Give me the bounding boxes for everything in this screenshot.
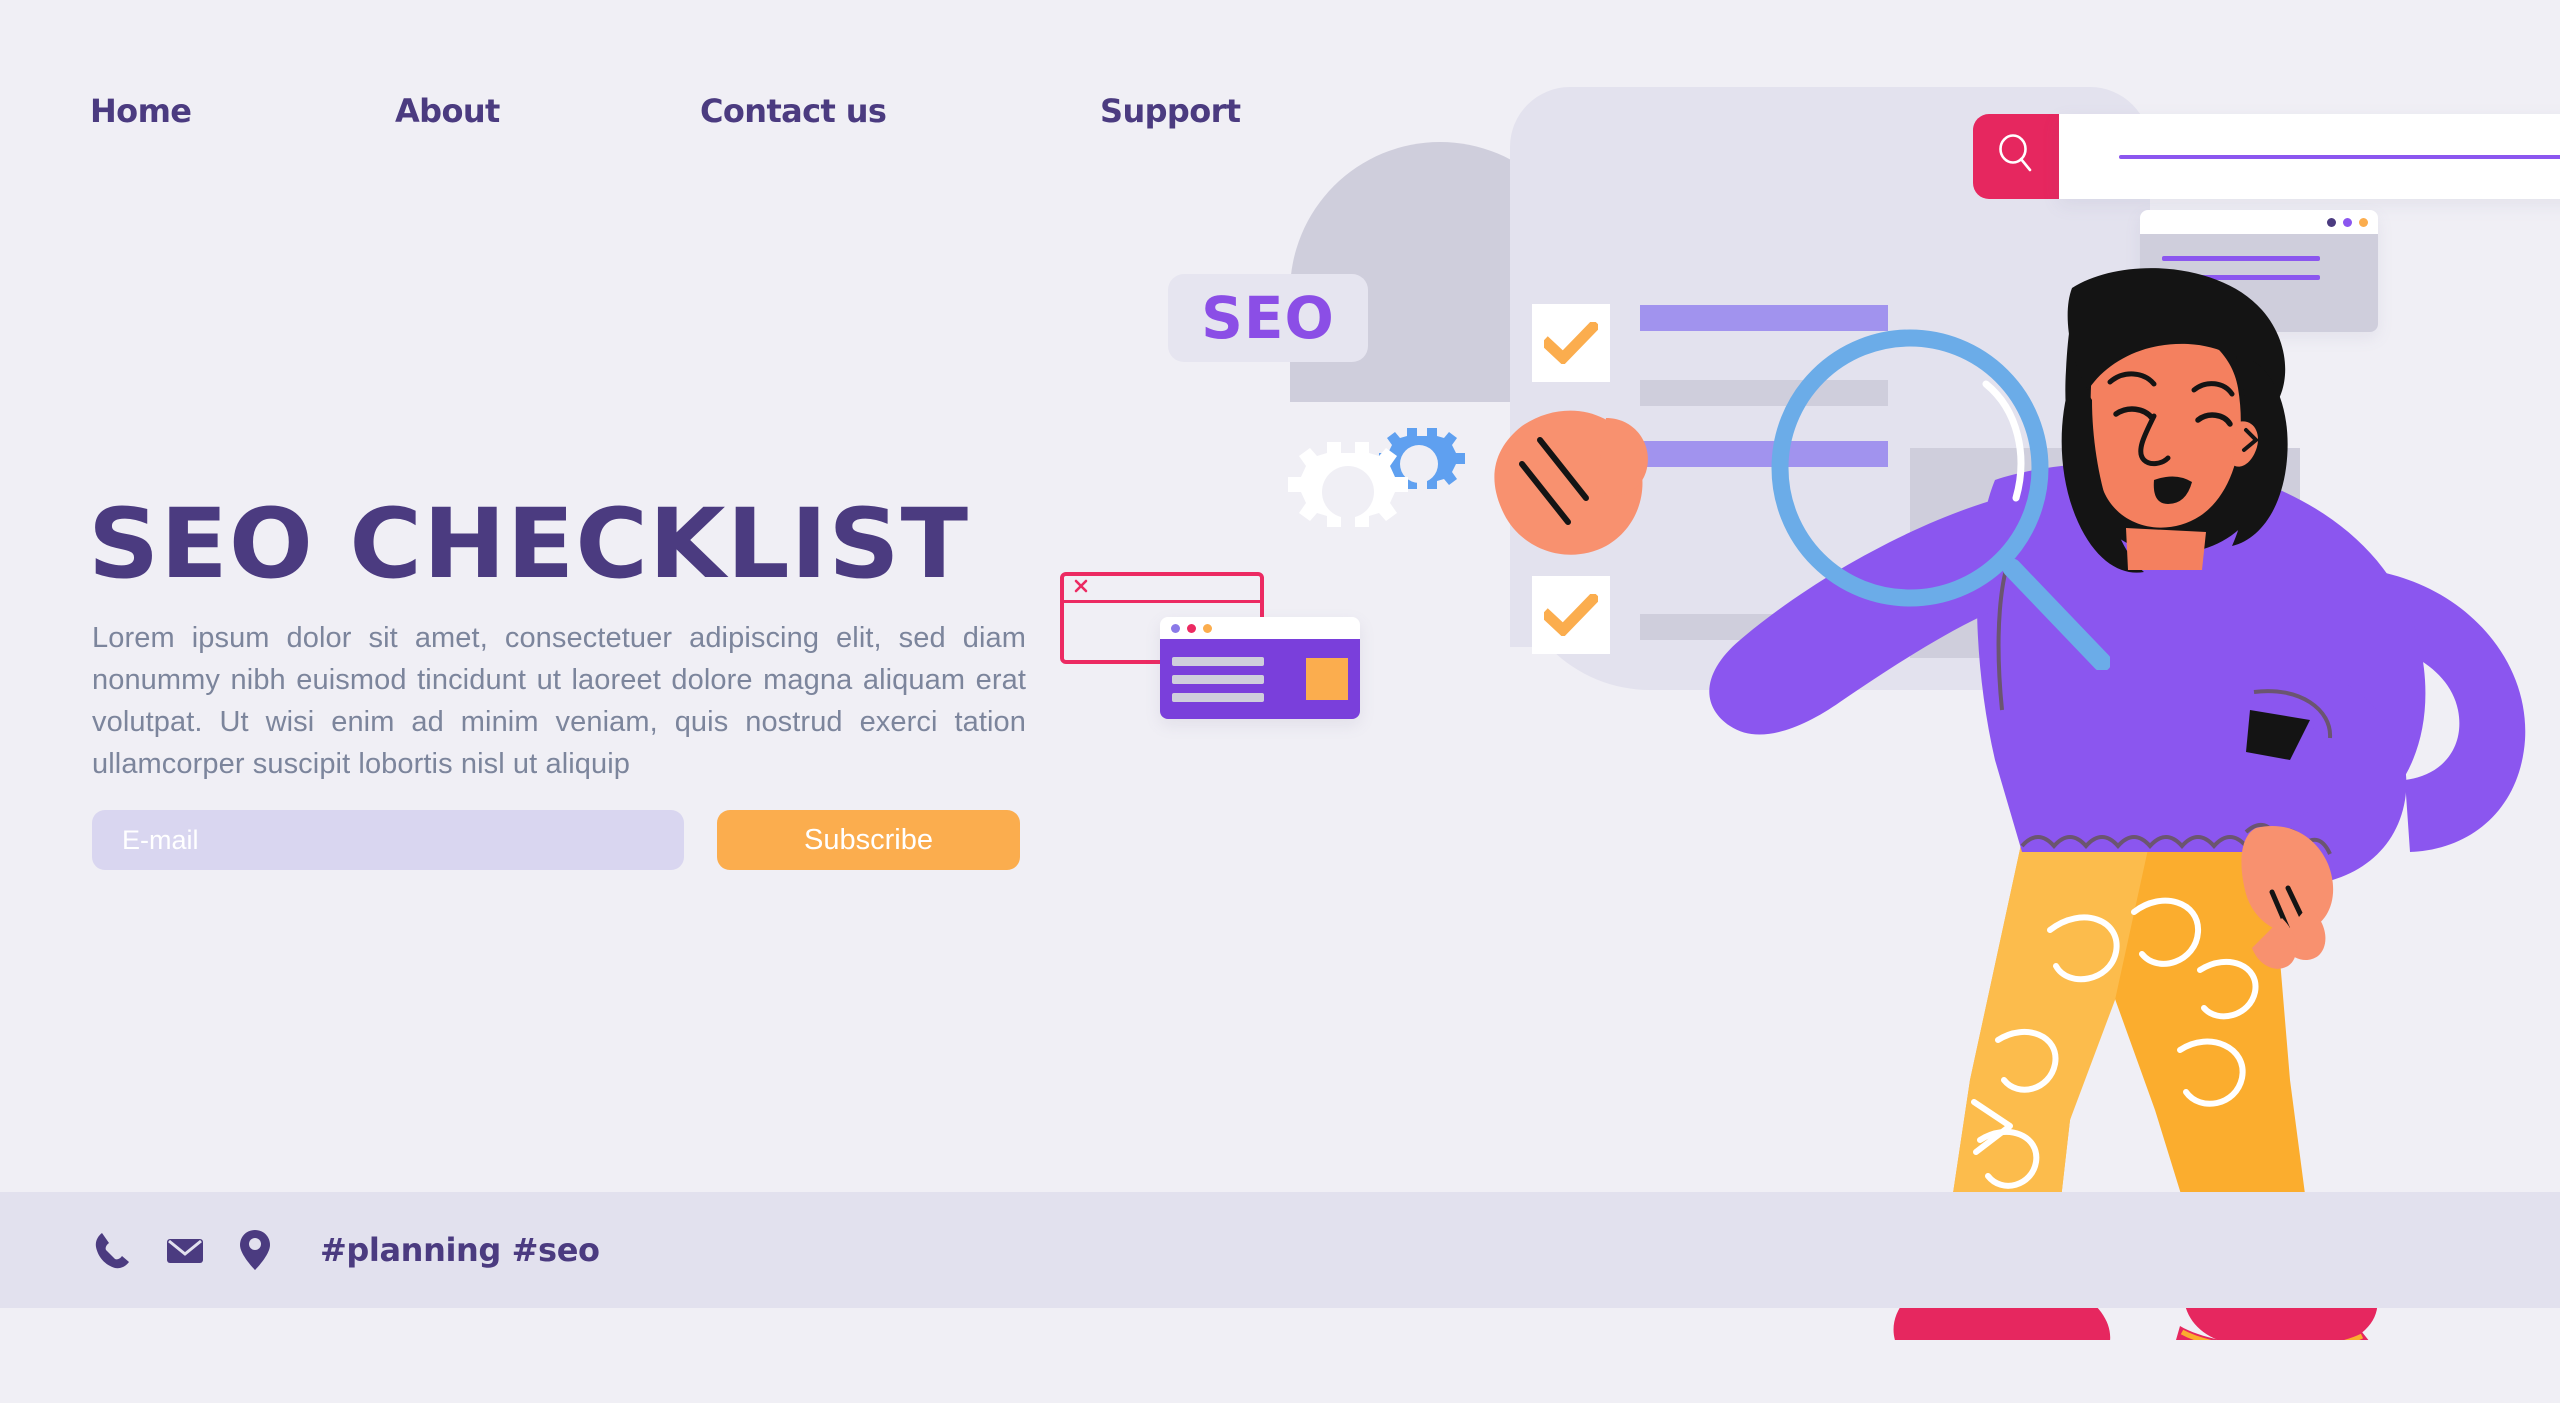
email-field[interactable] [92, 810, 684, 870]
search-icon [1996, 133, 2036, 180]
large-gear-icon [1288, 442, 1408, 527]
envelope-icon[interactable] [164, 1229, 206, 1271]
purple-browser-window [1160, 617, 1360, 719]
mini-browser-titlebar [2140, 210, 2378, 234]
seo-badge: SEO [1168, 274, 1368, 362]
search-query-line [2119, 154, 2560, 159]
footer-hashtags: #planning #seo [320, 1231, 600, 1269]
nav-item-about[interactable]: About [395, 92, 700, 130]
window-dot-icon [2343, 217, 2352, 227]
phone-icon[interactable] [92, 1229, 132, 1271]
purple-window-body [1160, 639, 1360, 719]
page-title: SEO CHECKLIST [88, 488, 970, 601]
location-pin-icon[interactable] [238, 1228, 272, 1272]
search-input[interactable] [2059, 114, 2560, 199]
close-x-icon[interactable] [1073, 578, 1089, 599]
content-line [1172, 692, 1264, 702]
hero-paragraph: Lorem ipsum dolor sit amet, consectetuer… [92, 622, 1026, 780]
magnifying-glass-icon [1750, 310, 2112, 672]
landing-page: Home About Contact us Support SEO CHECKL… [0, 0, 2560, 1403]
window-dot-icon [2359, 217, 2368, 227]
nav-item-contact-us[interactable]: Contact us [700, 92, 1100, 130]
thumbnail-placeholder [1306, 658, 1348, 700]
window-dot-icon [1171, 623, 1180, 633]
purple-window-titlebar [1160, 617, 1360, 639]
subscribe-form: Subscribe [92, 810, 1020, 870]
window-dot-icon [2327, 217, 2336, 227]
pink-window-titlebar [1064, 576, 1260, 603]
search-button[interactable] [1973, 114, 2059, 199]
subscribe-button[interactable]: Subscribe [717, 810, 1020, 870]
nav-item-home[interactable]: Home [90, 92, 395, 130]
footer-contact-icons [92, 1228, 272, 1272]
seo-illustration: SEO [1060, 60, 2560, 1398]
content-lines [1172, 656, 1306, 702]
content-line [1172, 674, 1264, 684]
hand-holding-magnifier [1494, 410, 1648, 555]
footer-bar: #planning #seo [0, 1192, 2560, 1308]
window-dot-icon [1203, 623, 1212, 633]
seo-badge-label: SEO [1201, 284, 1335, 352]
window-dot-icon [1187, 623, 1196, 633]
content-line [1172, 656, 1264, 666]
illustration-search-bar [1973, 114, 2560, 199]
